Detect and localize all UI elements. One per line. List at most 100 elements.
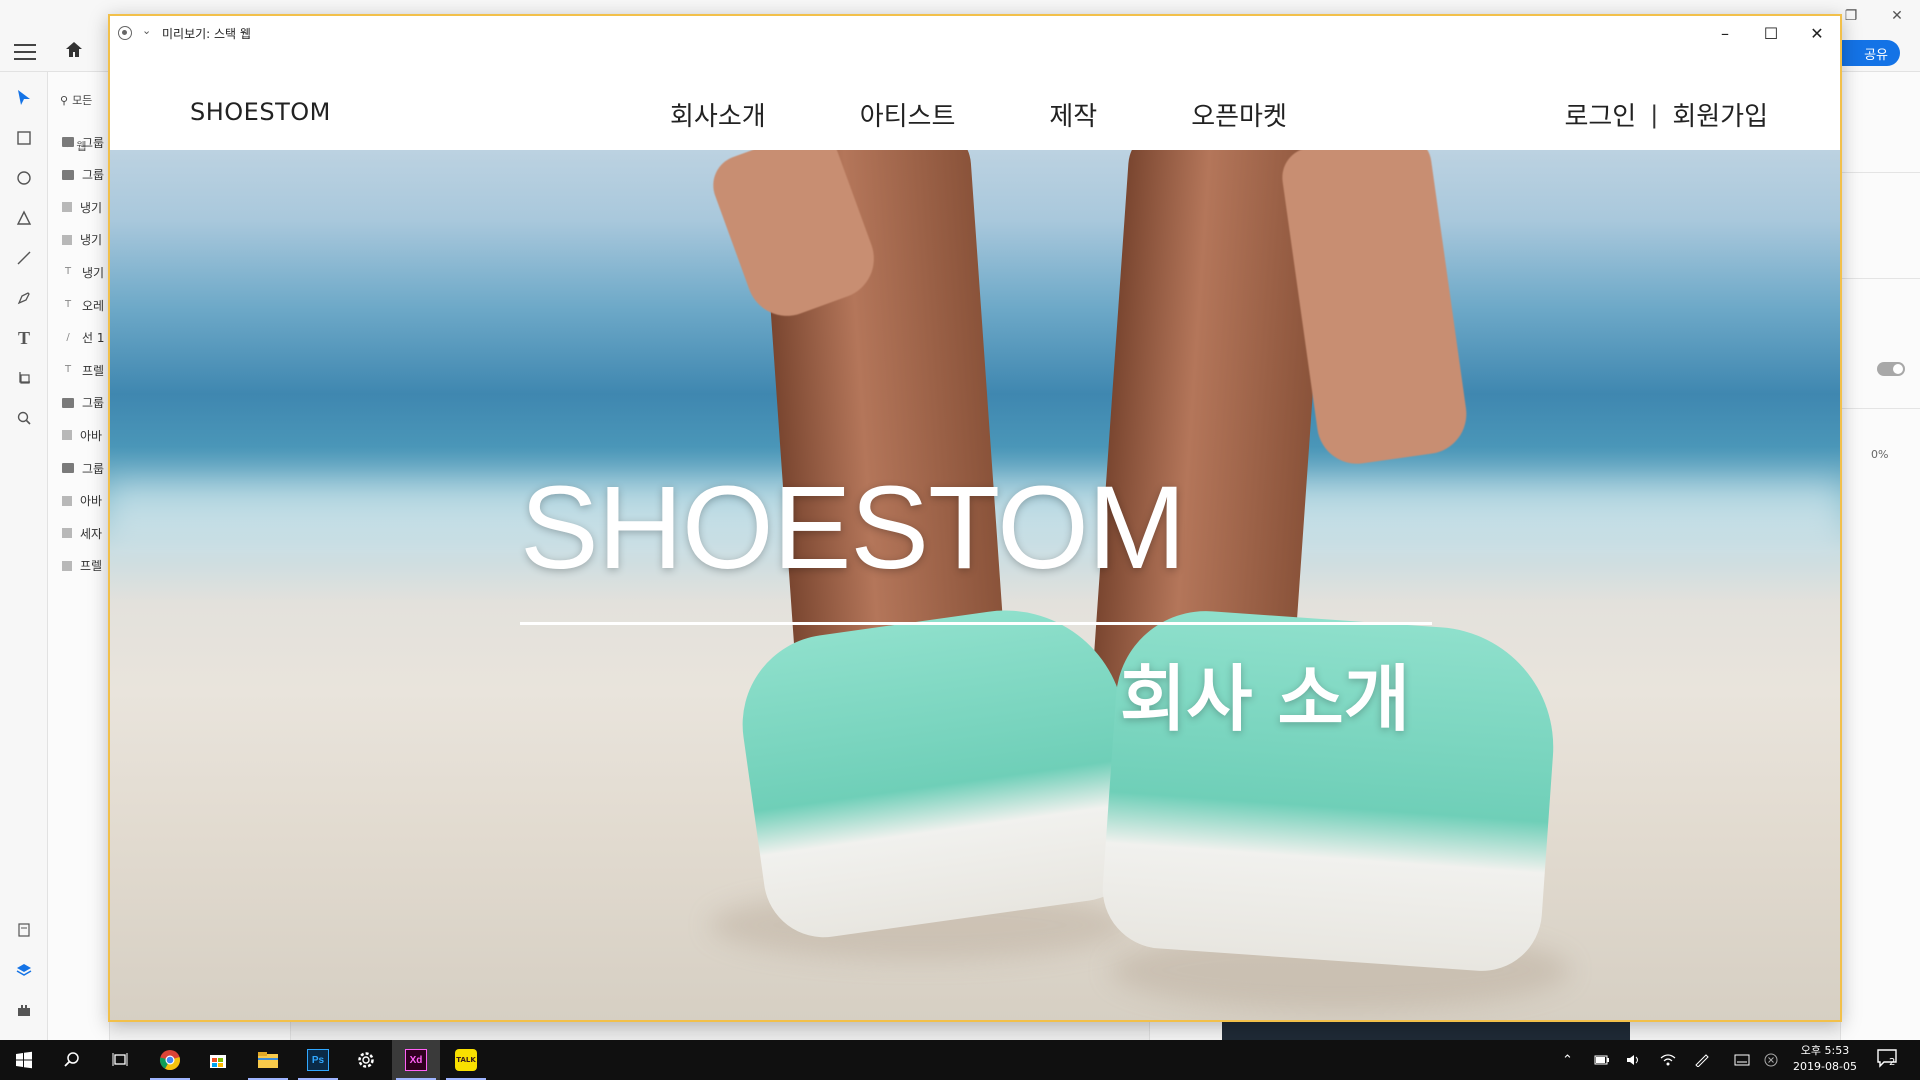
tray-chevron-up-icon[interactable]: ⌃ [1562,1040,1573,1080]
file-explorer-icon[interactable] [244,1040,292,1080]
artboard-thumbnail [1222,1020,1630,1040]
signup-link[interactable]: 회원가입 [1672,96,1768,133]
hero-banner-image: SHOESTOM 회사 소개 [110,150,1840,1020]
rect-layer-icon [62,430,72,441]
task-view-icon[interactable] [96,1040,144,1080]
layer-item[interactable]: / 선 1 [62,328,105,348]
hero-divider [520,622,1432,625]
layer-label: 냉기 [80,200,103,215]
notification-count: 2 [1889,1057,1896,1068]
photoshop-icon[interactable]: Ps [294,1040,342,1080]
pen-ink-icon[interactable] [1694,1040,1710,1080]
folder-layer-icon [62,137,74,147]
assets-panel-icon[interactable] [12,918,36,942]
pen-tool-icon[interactable] [12,286,36,310]
layer-item[interactable]: 그룹 [62,458,104,478]
nav-item-company[interactable]: 회사소개 [670,96,766,133]
search-icon[interactable] [48,1040,96,1080]
wifi-icon[interactable] [1660,1040,1676,1080]
rect-layer-icon [62,560,72,571]
xd-tools-panel: T [0,72,48,1040]
layer-label: 프렐 [80,559,103,574]
auth-links: 로그인 | 회원가입 [1564,96,1768,133]
site-logo[interactable]: SHOESTOM [190,98,331,126]
line-tool-icon[interactable] [12,246,36,270]
toggle-switch[interactable] [1877,362,1905,376]
start-icon[interactable] [0,1040,48,1080]
canvas-area [290,1020,1150,1040]
text-layer-icon: T [64,266,72,278]
layer-item[interactable]: 냉기 [62,197,102,217]
close-icon[interactable]: ✕ [1794,16,1840,50]
layer-item[interactable]: 그룹 [62,165,104,185]
alert-x-icon[interactable] [1764,1040,1778,1080]
folder-layer-icon [62,463,74,473]
rect-layer-icon [62,495,72,506]
layer-item[interactable]: 아바 [62,491,102,511]
layer-item[interactable]: 프렐 [62,556,102,576]
layer-label: 세자 [80,526,103,541]
polygon-tool-icon[interactable] [12,206,36,230]
layer-item[interactable]: T 프렐 [62,360,104,380]
opacity-value[interactable]: 0% [1871,448,1888,461]
layer-item[interactable]: 그룹 [62,393,104,413]
nav-item-artist[interactable]: 아티스트 [860,96,956,133]
artboard-tool-icon[interactable] [12,366,36,390]
login-link[interactable]: 로그인 [1564,96,1636,133]
preview-titlebar: ⌄ 미리보기: 스택 웹 – ☐ ✕ [110,16,1840,50]
layers-panel: ⚲ 모든 ‹ 웹 그룹그룹냉기냉기T냉기T오레/선 1T프렐그룹아바그룹아바세자… [48,72,110,1040]
chevron-down-icon[interactable]: ⌄ [142,24,151,37]
property-inspector: 0% [1840,72,1920,1040]
preview-window: ⌄ 미리보기: 스택 웹 – ☐ ✕ SHOESTOM 회사소개 아티스트 제작… [108,14,1842,1022]
layer-label: 프렐 [82,363,105,378]
layer-label: 그룹 [82,396,105,411]
minimize-icon[interactable]: – [1702,16,1748,50]
text-tool-icon[interactable]: T [12,326,36,350]
rect-layer-icon [62,528,72,539]
layer-label: 냉기 [80,233,103,248]
plugins-icon[interactable] [12,998,36,1022]
line-layer-icon: / [66,331,70,343]
rectangle-tool-icon[interactable] [12,126,36,150]
battery-icon[interactable] [1594,1040,1610,1080]
rect-layer-icon [62,202,72,213]
layers-search-placeholder: 모든 [72,94,93,107]
keyboard-icon[interactable] [1734,1040,1750,1080]
store-icon[interactable] [194,1040,242,1080]
layer-item[interactable]: T 냉기 [62,262,104,282]
settings-icon[interactable] [342,1040,390,1080]
layer-label: 그룹 [82,461,105,476]
layer-item[interactable]: 아바 [62,425,102,445]
chrome-icon[interactable] [146,1040,194,1080]
nav-item-production[interactable]: 제작 [1049,96,1097,133]
hamburger-menu-icon[interactable] [14,44,36,60]
auth-separator: | [1650,100,1659,129]
layer-label: 그룹 [82,168,105,183]
text-layer-icon: T [64,364,72,376]
volume-icon[interactable] [1626,1040,1642,1080]
record-icon[interactable] [118,26,132,40]
nav-item-open-market[interactable]: 오픈마켓 [1191,96,1287,133]
xd-close-icon[interactable]: ✕ [1874,0,1920,32]
layer-label: 선 1 [82,331,105,346]
maximize-icon[interactable]: ☐ [1748,16,1794,50]
select-tool-icon[interactable] [12,86,36,110]
ellipse-tool-icon[interactable] [12,166,36,190]
layer-item[interactable]: 냉기 [62,230,102,250]
preview-title: 미리보기: 스택 웹 [162,27,251,41]
notification-center-icon[interactable]: 2 [1876,1048,1902,1072]
folder-layer-icon [62,169,74,180]
layers-search[interactable]: ⚲ 모든 [60,92,92,108]
layer-item[interactable]: T 오레 [62,295,104,315]
layers-panel-icon[interactable] [12,958,36,982]
hero-shoe-left [730,595,1150,945]
home-icon[interactable] [64,40,88,64]
layer-label: 오레 [82,298,105,313]
xd-icon[interactable]: Xd [392,1040,440,1080]
zoom-tool-icon[interactable] [12,406,36,430]
layer-item[interactable]: 그룹 [62,132,104,152]
layer-item[interactable]: 세자 [62,523,102,543]
taskbar-clock[interactable]: 오후 5:53 2019-08-05 [1780,1043,1870,1075]
kakaotalk-icon[interactable]: TALK [442,1040,490,1080]
text-layer-icon: T [64,299,72,310]
